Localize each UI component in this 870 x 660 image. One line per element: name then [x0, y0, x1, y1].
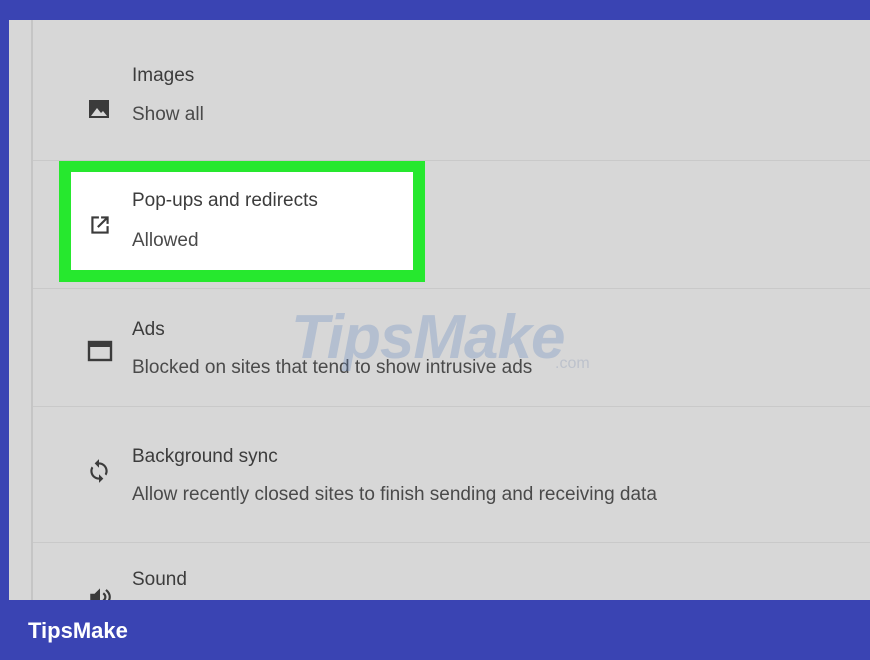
- footer-brand: TipsMake: [28, 618, 128, 643]
- settings-item-ads[interactable]: [33, 292, 870, 404]
- row-divider: [33, 160, 870, 161]
- sync-icon: [84, 456, 114, 486]
- top-border: [0, 0, 870, 20]
- volume-icon: [85, 582, 115, 600]
- settings-item-popups[interactable]: [33, 172, 870, 282]
- settings-item-subtitle: Allow recently closed sites to finish se…: [132, 484, 657, 505]
- site-settings-panel: Images Show all Pop-ups and redirects Al…: [9, 20, 870, 600]
- settings-item-title: Background sync: [132, 446, 278, 467]
- open-in-new-icon: [85, 210, 115, 240]
- settings-item-title: Pop-ups and redirects: [132, 190, 318, 211]
- row-divider: [33, 288, 870, 289]
- row-divider: [33, 542, 870, 543]
- left-border: [0, 0, 9, 600]
- settings-item-title: Ads: [132, 319, 165, 340]
- settings-item-title: Images: [132, 65, 195, 86]
- browser-window-icon: [85, 336, 115, 366]
- footer-bar: TipsMake: [0, 600, 870, 660]
- settings-item-title: Sound: [132, 569, 187, 590]
- row-divider: [33, 406, 870, 407]
- settings-item-subtitle: Blocked on sites that tend to show intru…: [132, 357, 533, 378]
- settings-item-subtitle: Show all: [132, 104, 204, 125]
- settings-item-background-sync[interactable]: [33, 408, 870, 540]
- image-icon: [84, 94, 114, 124]
- settings-item-subtitle: Allowed: [132, 230, 199, 251]
